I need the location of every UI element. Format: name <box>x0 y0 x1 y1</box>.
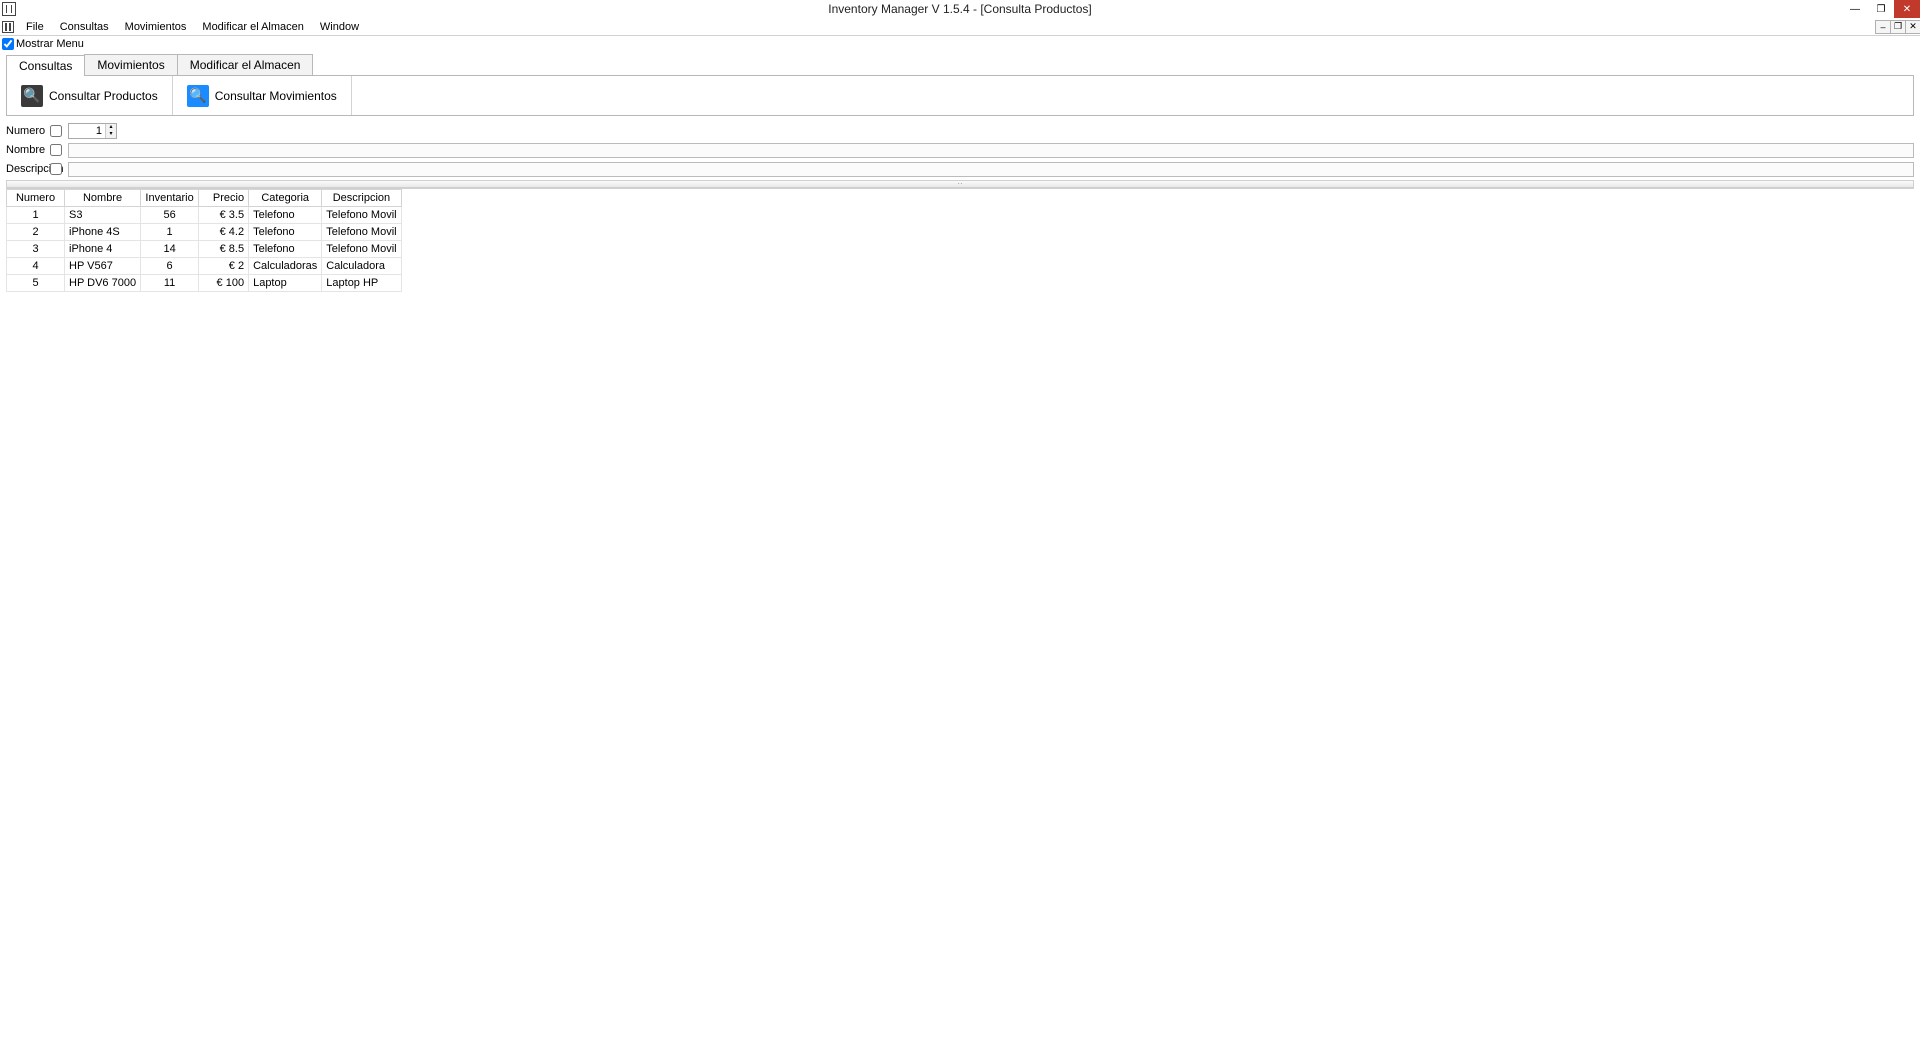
cell: 5 <box>7 275 65 292</box>
show-menu-row: Mostrar Menu <box>0 36 1920 52</box>
close-button[interactable]: ✕ <box>1894 0 1920 18</box>
spinner-down-icon[interactable]: ▾ <box>106 131 116 138</box>
table-row[interactable]: 4HP V5676€ 2CalculadorasCalculadora <box>7 258 402 275</box>
filter-nombre-label: Nombre <box>6 144 50 156</box>
cell: 1 <box>7 207 65 224</box>
spinner-up-icon[interactable]: ▴ <box>106 124 116 131</box>
table-row[interactable]: 3iPhone 414€ 8.5TelefonoTelefono Movil <box>7 241 402 258</box>
filters-panel: Numero ▴ ▾ Nombre Descripcion <box>6 122 1914 178</box>
menu-movimientos[interactable]: Movimientos <box>117 21 195 33</box>
cell: S3 <box>65 207 141 224</box>
filter-descripcion-row: Descripcion <box>6 160 1914 178</box>
app-icon <box>2 2 16 16</box>
filter-descripcion-checkbox[interactable] <box>50 163 62 175</box>
tab-consultas[interactable]: Consultas <box>6 55 85 76</box>
mdi-minimize-button[interactable]: ‒ <box>1875 20 1891 34</box>
table-header-row: Numero Nombre Inventario Precio Categori… <box>7 190 402 207</box>
menubar: File Consultas Movimientos Modificar el … <box>0 18 1920 36</box>
tab-movimientos[interactable]: Movimientos <box>84 54 177 75</box>
show-menu-label: Mostrar Menu <box>16 38 84 50</box>
filter-numero-spinner[interactable]: ▴ ▾ <box>68 123 117 139</box>
cell: Telefono <box>249 241 322 258</box>
filter-numero-label: Numero <box>6 125 50 137</box>
cell: Telefono Movil <box>322 241 401 258</box>
filter-numero-checkbox[interactable] <box>50 125 62 137</box>
table-area: Numero Nombre Inventario Precio Categori… <box>6 188 1914 292</box>
titlebar: Inventory Manager V 1.5.4 - [Consulta Pr… <box>0 0 1920 18</box>
filter-descripcion-label: Descripcion <box>6 163 50 175</box>
cell: HP DV6 7000 <box>65 275 141 292</box>
magnify-icon: 🔍 <box>21 85 43 107</box>
primary-tabstrip: Consultas Movimientos Modificar el Almac… <box>6 54 1914 76</box>
ribbon-consultar-movimientos-label: Consultar Movimientos <box>215 89 337 103</box>
filter-descripcion-input[interactable] <box>68 162 1914 177</box>
menu-window[interactable]: Window <box>312 21 367 33</box>
cell: Laptop <box>249 275 322 292</box>
cell: Telefono Movil <box>322 224 401 241</box>
table-row[interactable]: 2iPhone 4S1€ 4.2TelefonoTelefono Movil <box>7 224 402 241</box>
filter-numero-row: Numero ▴ ▾ <box>6 122 1914 140</box>
filter-numero-input[interactable] <box>69 124 105 138</box>
mdi-restore-button[interactable]: ❐ <box>1890 20 1906 34</box>
cell: Telefono <box>249 207 322 224</box>
cell: 1 <box>141 224 199 241</box>
cell: 56 <box>141 207 199 224</box>
menu-consultas[interactable]: Consultas <box>52 21 117 33</box>
table-row[interactable]: 5HP DV6 700011€ 100LaptopLaptop HP <box>7 275 402 292</box>
filter-nombre-input[interactable] <box>68 143 1914 158</box>
cell: 11 <box>141 275 199 292</box>
tab-modificar-almacen[interactable]: Modificar el Almacen <box>177 54 314 75</box>
ribbon-consultar-productos-label: Consultar Productos <box>49 89 158 103</box>
cell: € 4.2 <box>199 224 249 241</box>
show-menu-checkbox[interactable] <box>2 38 14 50</box>
cell: Laptop HP <box>322 275 401 292</box>
ribbon-consultar-productos[interactable]: 🔍 Consultar Productos <box>7 76 173 115</box>
cell: 4 <box>7 258 65 275</box>
col-categoria[interactable]: Categoria <box>249 190 322 207</box>
mdi-app-icon <box>2 21 14 33</box>
cell: iPhone 4 <box>65 241 141 258</box>
ribbon-consultar-movimientos[interactable]: 🔍 Consultar Movimientos <box>173 76 352 115</box>
maximize-button[interactable]: ❐ <box>1868 0 1894 18</box>
products-table: Numero Nombre Inventario Precio Categori… <box>6 189 402 292</box>
cell: € 100 <box>199 275 249 292</box>
cell: Calculadora <box>322 258 401 275</box>
cell: Telefono <box>249 224 322 241</box>
filter-nombre-checkbox[interactable] <box>50 144 62 156</box>
cell: € 8.5 <box>199 241 249 258</box>
col-inventario[interactable]: Inventario <box>141 190 199 207</box>
menu-file[interactable]: File <box>18 21 52 33</box>
cell: Calculadoras <box>249 258 322 275</box>
cell: € 2 <box>199 258 249 275</box>
cell: 6 <box>141 258 199 275</box>
magnify-icon: 🔍 <box>187 85 209 107</box>
filter-nombre-row: Nombre <box>6 141 1914 159</box>
col-precio[interactable]: Precio <box>199 190 249 207</box>
mdi-close-button[interactable]: ✕ <box>1905 20 1920 34</box>
cell: € 3.5 <box>199 207 249 224</box>
cell: 2 <box>7 224 65 241</box>
cell: 14 <box>141 241 199 258</box>
menu-modificar-almacen[interactable]: Modificar el Almacen <box>194 21 312 33</box>
col-descripcion[interactable]: Descripcion <box>322 190 401 207</box>
cell: Telefono Movil <box>322 207 401 224</box>
splitter-handle[interactable]: ·· <box>6 180 1914 188</box>
cell: iPhone 4S <box>65 224 141 241</box>
col-nombre[interactable]: Nombre <box>65 190 141 207</box>
window-title: Inventory Manager V 1.5.4 - [Consulta Pr… <box>0 2 1920 16</box>
ribbon: 🔍 Consultar Productos 🔍 Consultar Movimi… <box>6 76 1914 116</box>
col-numero[interactable]: Numero <box>7 190 65 207</box>
table-row[interactable]: 1S356€ 3.5TelefonoTelefono Movil <box>7 207 402 224</box>
cell: HP V567 <box>65 258 141 275</box>
minimize-button[interactable]: — <box>1842 0 1868 18</box>
cell: 3 <box>7 241 65 258</box>
